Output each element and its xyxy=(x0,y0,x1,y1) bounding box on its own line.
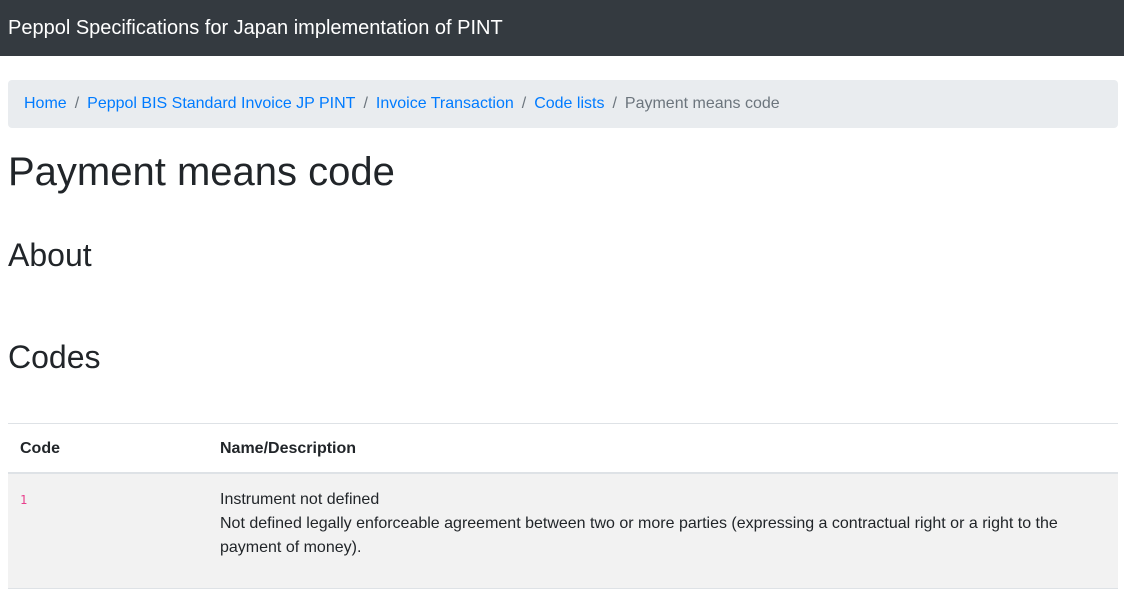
code-cell: 1 xyxy=(8,472,208,589)
breadcrumb-separator: / xyxy=(612,95,617,112)
table-row: 1 Instrument not defined Not defined leg… xyxy=(8,472,1118,589)
codes-heading: Codes xyxy=(8,339,101,376)
breadcrumb-separator: / xyxy=(521,95,527,112)
breadcrumb-separator: / xyxy=(363,95,368,112)
breadcrumb-separator: / xyxy=(74,95,80,112)
code-description: Not defined legally enforceable agreemen… xyxy=(220,514,1058,556)
name-description-cell: Instrument not defined Not defined legal… xyxy=(208,472,1118,589)
breadcrumb: Home / Peppol BIS Standard Invoice JP PI… xyxy=(8,80,1118,128)
page-title: Payment means code xyxy=(8,150,395,194)
codes-table: Code Name/Description 1 Instrument not d… xyxy=(8,422,1118,589)
breadcrumb-code-lists-link[interactable]: Code lists xyxy=(534,95,604,113)
breadcrumb-current: Payment means code xyxy=(624,95,780,112)
navbar-brand-link[interactable]: Peppol Specifications for Japan implemen… xyxy=(8,18,503,38)
code-column-header: Code xyxy=(8,422,208,474)
top-navbar: Peppol Specifications for Japan implemen… xyxy=(0,0,1124,56)
table-header-row: Code Name/Description xyxy=(8,422,1118,474)
code-name: Instrument not defined xyxy=(220,490,380,508)
breadcrumb-pint-link[interactable]: Peppol BIS Standard Invoice JP PINT xyxy=(87,95,355,113)
main-content: Home / Peppol BIS Standard Invoice JP PI… xyxy=(0,80,1124,589)
name-description-column-header: Name/Description xyxy=(208,422,1118,474)
about-heading: About xyxy=(8,237,92,273)
code-value: 1 xyxy=(20,492,28,507)
breadcrumb-home-link[interactable]: Home xyxy=(24,95,67,113)
breadcrumb-invoice-transaction-link[interactable]: Invoice Transaction xyxy=(376,95,514,113)
